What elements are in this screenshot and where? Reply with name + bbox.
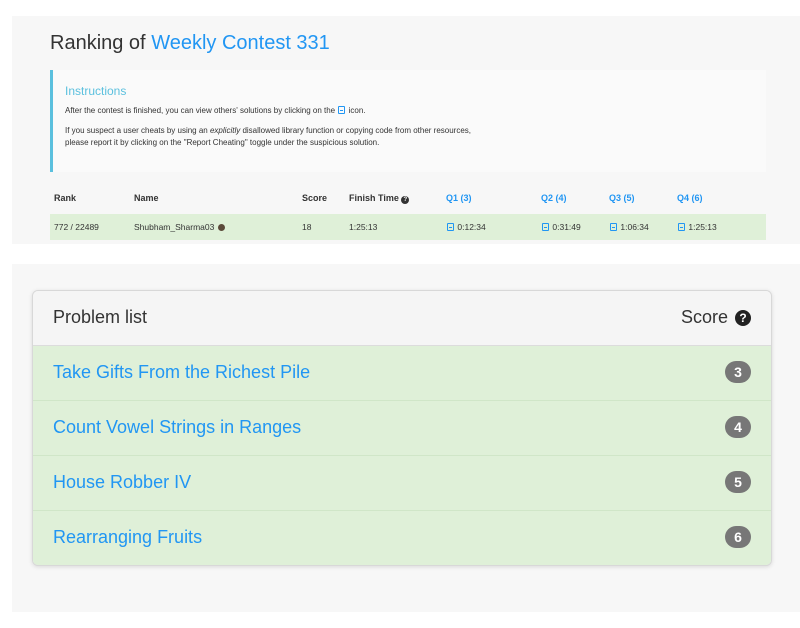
instructions-line-1: After the contest is finished, you can v… (65, 104, 766, 117)
ranking-panel: Ranking of Weekly Contest 331 Instructio… (12, 16, 800, 244)
score-badge: 4 (725, 416, 751, 438)
problem-list-section: Problem list Score ? Take Gifts From the… (12, 264, 800, 612)
score-badge: 5 (725, 471, 751, 493)
file-icon[interactable] (610, 223, 617, 231)
instructions-text: please report it by clicking on the "Rep… (65, 138, 380, 147)
col-name: Name (134, 193, 159, 203)
col-q1[interactable]: Q1 (3) (442, 190, 537, 214)
instructions-text: disallowed library function or copying c… (242, 126, 472, 135)
instructions-text: After the contest is finished, you can v… (65, 106, 336, 115)
instructions-title: Instructions (65, 84, 127, 98)
col-q4[interactable]: Q4 (6) (673, 190, 766, 214)
col-finish-time: Finish Time ? (345, 190, 442, 214)
q2-cell[interactable]: 0:31:49 (537, 214, 605, 240)
problem-row: House Robber IV 5 (33, 456, 771, 511)
problem-link[interactable]: Take Gifts From the Richest Pile (53, 362, 310, 383)
score-cell: 18 (298, 214, 345, 240)
problem-list-card: Problem list Score ? Take Gifts From the… (32, 290, 772, 566)
rank-cell: 772 / 22489 (50, 214, 130, 240)
table-header-row: Rank Name Score Finish Time ? Q1 (3) Q2 … (50, 190, 766, 214)
col-q3[interactable]: Q3 (5) (605, 190, 673, 214)
q1-time: 0:12:34 (457, 222, 486, 232)
instructions-line-2: If you suspect a user cheats by using an… (65, 125, 766, 149)
user-name[interactable]: Shubham_Sharma03 (134, 222, 214, 232)
name-cell: Shubham_Sharma03 (130, 214, 298, 240)
q4-time: 1:25:13 (688, 222, 717, 232)
problem-list-title: Problem list (53, 307, 148, 327)
instructions-box: Instructions After the contest is finish… (50, 70, 766, 172)
file-icon[interactable] (447, 223, 454, 231)
problem-link[interactable]: House Robber IV (53, 472, 191, 493)
q1-cell[interactable]: 0:12:34 (442, 214, 537, 240)
problem-row: Rearranging Fruits 6 (33, 511, 771, 565)
file-icon (338, 106, 346, 114)
q3-time: 1:06:34 (620, 222, 649, 232)
col-score: Score (302, 193, 328, 203)
problem-list-header: Problem list Score ? (33, 291, 771, 346)
file-icon[interactable] (678, 223, 685, 231)
ranking-table: Rank Name Score Finish Time ? Q1 (3) Q2 … (50, 190, 766, 240)
score-header: Score ? (681, 307, 751, 328)
problem-row: Take Gifts From the Richest Pile 3 (33, 346, 771, 401)
q4-cell[interactable]: 1:25:13 (673, 214, 766, 240)
problem-row: Count Vowel Strings in Ranges 4 (33, 401, 771, 456)
instructions-text: If you suspect a user cheats by using an (65, 126, 208, 135)
user-badge-icon (218, 224, 226, 231)
instructions-emphasis: explicitly (209, 126, 241, 135)
q2-time: 0:31:49 (552, 222, 581, 232)
page-title: Ranking of Weekly Contest 331 (50, 32, 330, 55)
q3-cell[interactable]: 1:06:34 (605, 214, 673, 240)
file-icon[interactable] (542, 223, 549, 231)
col-rank: Rank (54, 193, 77, 203)
table-row: 772 / 22489 Shubham_Sharma03 18 1:25:13 … (50, 214, 766, 240)
finish-time-label: Finish Time (349, 192, 399, 203)
title-prefix: Ranking of (50, 32, 146, 54)
score-badge: 3 (725, 361, 751, 383)
help-icon[interactable]: ? (401, 195, 410, 204)
problem-link[interactable]: Rearranging Fruits (53, 527, 202, 548)
contest-link[interactable]: Weekly Contest 331 (151, 32, 330, 54)
finish-time-cell: 1:25:13 (345, 214, 442, 240)
instructions-text: icon. (348, 106, 366, 115)
help-icon[interactable]: ? (735, 310, 751, 326)
score-badge: 6 (725, 526, 751, 548)
score-label: Score (680, 307, 728, 327)
col-q2[interactable]: Q2 (4) (537, 190, 605, 214)
problem-link[interactable]: Count Vowel Strings in Ranges (53, 417, 301, 438)
